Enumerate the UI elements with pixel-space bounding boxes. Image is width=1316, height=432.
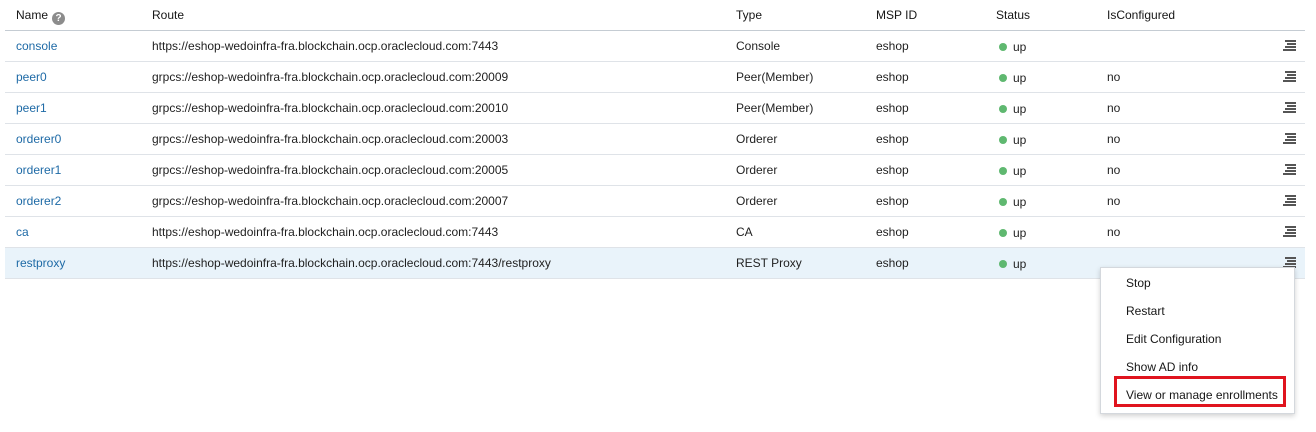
menu-item-stop[interactable]: Stop [1126, 273, 1151, 293]
column-header-route: Route [152, 8, 185, 22]
hamburger-menu-icon[interactable] [1283, 226, 1296, 238]
table-header-row: Name? Route Type MSP ID Status IsConfigu… [5, 0, 1305, 31]
route-cell: https://eshop-wedoinfra-fra.blockchain.o… [152, 256, 551, 270]
msp-id-cell: eshop [876, 163, 909, 177]
column-header-status: Status [996, 8, 1031, 22]
msp-id-cell: eshop [876, 225, 909, 239]
status-dot-icon [999, 105, 1007, 113]
type-cell: Orderer [736, 194, 778, 208]
status-text: up [1013, 102, 1027, 116]
node-name-link[interactable]: peer1 [16, 101, 47, 115]
msp-id-cell: eshop [876, 132, 909, 146]
route-cell: grpcs://eshop-wedoinfra-fra.blockchain.o… [152, 194, 509, 208]
node-name-link[interactable]: peer0 [16, 70, 47, 84]
hamburger-menu-icon[interactable] [1283, 40, 1296, 52]
type-cell: CA [736, 225, 753, 239]
is-configured-cell: no [1107, 101, 1121, 115]
status-dot-icon [999, 74, 1007, 82]
is-configured-cell: no [1107, 163, 1121, 177]
row-actions-cell [1281, 155, 1299, 185]
msp-id-cell: eshop [876, 256, 909, 270]
table-row[interactable]: peer0 grpcs://eshop-wedoinfra-fra.blockch… [5, 62, 1305, 93]
route-cell: grpcs://eshop-wedoinfra-fra.blockchain.o… [152, 132, 509, 146]
is-configured-cell: no [1107, 70, 1121, 84]
node-name-link[interactable]: orderer0 [16, 132, 61, 146]
status-cell: up [996, 217, 1026, 247]
status-text: up [1013, 164, 1027, 178]
type-cell: Orderer [736, 132, 778, 146]
node-name-link[interactable]: orderer1 [16, 163, 61, 177]
table-body: console https://eshop-wedoinfra-fra.block… [5, 31, 1305, 279]
status-text: up [1013, 195, 1027, 209]
route-cell: grpcs://eshop-wedoinfra-fra.blockchain.o… [152, 70, 509, 84]
is-configured-cell: no [1107, 225, 1121, 239]
route-cell: https://eshop-wedoinfra-fra.blockchain.o… [152, 39, 499, 53]
status-cell: up [996, 186, 1026, 216]
route-cell: grpcs://eshop-wedoinfra-fra.blockchain.o… [152, 163, 509, 177]
nodes-table: Name? Route Type MSP ID Status IsConfigu… [5, 0, 1305, 279]
status-dot-icon [999, 167, 1007, 175]
status-dot-icon [999, 43, 1007, 51]
column-header-msp-id: MSP ID [876, 8, 918, 22]
route-cell: grpcs://eshop-wedoinfra-fra.blockchain.o… [152, 101, 509, 115]
status-dot-icon [999, 136, 1007, 144]
type-cell: Peer(Member) [736, 70, 814, 84]
status-text: up [1013, 133, 1027, 147]
row-actions-cell [1281, 124, 1299, 154]
type-cell: Peer(Member) [736, 101, 814, 115]
hamburger-menu-icon[interactable] [1283, 133, 1296, 145]
hamburger-menu-icon[interactable] [1283, 164, 1296, 176]
table-row[interactable]: orderer2 grpcs://eshop-wedoinfra-fra.bloc… [5, 186, 1305, 217]
question-circle-icon[interactable]: ? [52, 12, 66, 25]
msp-id-cell: eshop [876, 101, 909, 115]
status-cell: up [996, 155, 1026, 185]
table-row[interactable]: orderer0 grpcs://eshop-wedoinfra-fra.bloc… [5, 124, 1305, 155]
table-row[interactable]: orderer1 grpcs://eshop-wedoinfra-fra.bloc… [5, 155, 1305, 186]
status-cell: up [996, 124, 1026, 154]
type-cell: Orderer [736, 163, 778, 177]
status-cell: up [996, 31, 1026, 61]
route-cell: https://eshop-wedoinfra-fra.blockchain.o… [152, 225, 499, 239]
is-configured-cell: no [1107, 132, 1121, 146]
row-actions-cell [1281, 217, 1299, 247]
msp-id-cell: eshop [876, 194, 909, 208]
status-dot-icon [999, 198, 1007, 206]
hamburger-menu-icon[interactable] [1283, 71, 1296, 83]
status-cell: up [996, 93, 1026, 123]
table-row[interactable]: ca https://eshop-wedoinfra-fra.blockchain… [5, 217, 1305, 248]
row-actions-cell [1281, 93, 1299, 123]
row-actions-cell [1281, 186, 1299, 216]
column-header-is-configured: IsConfigured [1107, 8, 1176, 22]
status-text: up [1013, 40, 1027, 54]
msp-id-cell: eshop [876, 70, 909, 84]
type-cell: Console [736, 39, 781, 53]
node-name-link[interactable]: ca [16, 225, 29, 239]
table-row[interactable]: peer1 grpcs://eshop-wedoinfra-fra.blockch… [5, 93, 1305, 124]
status-cell: up [996, 248, 1026, 278]
type-cell: REST Proxy [736, 256, 802, 270]
column-header-name-label: Name [16, 8, 49, 22]
status-text: up [1013, 226, 1027, 240]
status-text: up [1013, 257, 1027, 271]
hamburger-menu-icon[interactable] [1283, 195, 1296, 207]
menu-item-restart[interactable]: Restart [1126, 301, 1165, 321]
table-row[interactable]: console https://eshop-wedoinfra-fra.block… [5, 31, 1305, 62]
status-dot-icon [999, 229, 1007, 237]
column-header-name[interactable]: Name? [16, 0, 66, 30]
status-cell: up [996, 62, 1026, 92]
column-header-type: Type [736, 8, 763, 22]
node-name-link[interactable]: orderer2 [16, 194, 61, 208]
hamburger-menu-icon[interactable] [1283, 102, 1296, 114]
node-name-link[interactable]: console [16, 39, 57, 53]
node-name-link[interactable]: restproxy [16, 256, 65, 270]
row-actions-cell [1281, 62, 1299, 92]
status-text: up [1013, 71, 1027, 85]
is-configured-cell: no [1107, 194, 1121, 208]
status-dot-icon [999, 260, 1007, 268]
msp-id-cell: eshop [876, 39, 909, 53]
menu-item-edit-configuration[interactable]: Edit Configuration [1126, 329, 1221, 349]
row-actions-cell [1281, 31, 1299, 61]
menu-item-show-ad-info[interactable]: Show AD info [1126, 357, 1198, 377]
highlight-box [1114, 376, 1286, 407]
